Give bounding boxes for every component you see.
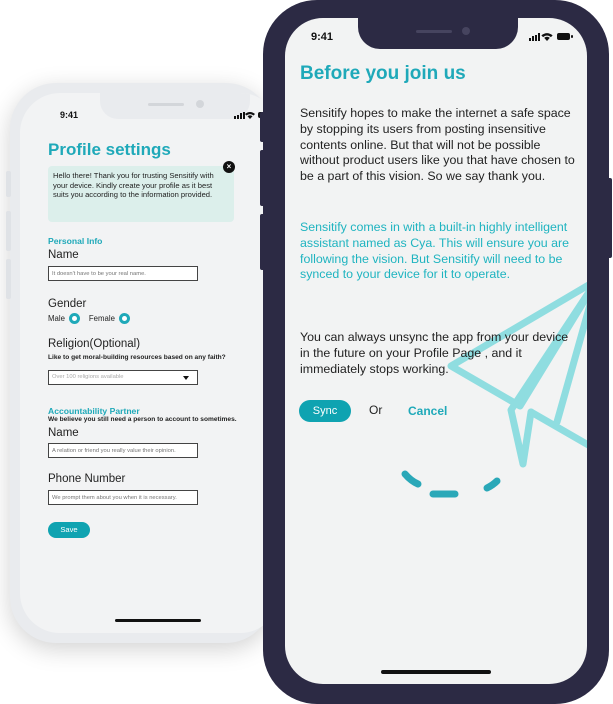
partner-name-input[interactable] — [48, 443, 198, 458]
volume-up-button — [260, 150, 265, 206]
intro-paragraph: Sensitify hopes to make the internet a s… — [300, 106, 575, 184]
cancel-button[interactable]: Cancel — [408, 404, 447, 418]
volume-down-button — [260, 214, 265, 270]
save-button[interactable]: Save — [48, 522, 90, 538]
profile-phone: 9:41 Profile settings Hello there! Thank… — [6, 83, 280, 643]
power-button — [607, 178, 612, 258]
page-title: Profile settings — [48, 140, 171, 159]
name-input[interactable] — [48, 266, 198, 281]
speaker — [148, 103, 184, 106]
gender-label: Gender — [48, 298, 87, 310]
accountability-subtitle: We believe you still need a person to ac… — [48, 416, 237, 423]
close-icon[interactable]: × — [223, 161, 235, 173]
assistant-paragraph: Sensitify comes in with a built-in highl… — [300, 220, 570, 282]
join-screen: 9:41 Before you join us Sensitify hopes … — [285, 18, 587, 684]
phone-number-input[interactable] — [48, 490, 198, 505]
religion-subtitle: Like to get moral-building resources bas… — [48, 354, 226, 361]
or-text: Or — [369, 403, 383, 417]
religion-select[interactable]: Over 100 religions available — [48, 370, 198, 385]
unsync-paragraph: You can always unsync the app from your … — [300, 330, 569, 376]
mute-switch — [6, 171, 11, 197]
welcome-card: Hello there! Thank you for trusting Sens… — [48, 166, 234, 222]
chevron-down-icon — [183, 376, 189, 380]
accountability-title: Accountability Partner — [48, 406, 140, 416]
page-title: Before you join us — [300, 63, 466, 84]
volume-down-button — [6, 259, 11, 299]
religion-label: Religion(Optional) — [48, 338, 141, 350]
partner-name-label: Name — [48, 427, 79, 439]
wifi-icon — [245, 112, 255, 119]
female-radio[interactable] — [118, 313, 130, 324]
join-phone: 9:41 Before you join us Sensitify hopes … — [260, 0, 612, 704]
religion-select-placeholder: Over 100 religions available — [52, 374, 124, 380]
gender-options: Male Female — [48, 313, 133, 324]
personal-info-title: Personal Info — [48, 236, 103, 246]
phone-number-label: Phone Number — [48, 473, 126, 485]
mute-switch — [260, 112, 265, 142]
notch — [100, 93, 250, 119]
camera — [196, 100, 204, 108]
status-time: 9:41 — [60, 110, 79, 120]
home-indicator — [115, 619, 201, 622]
sync-button[interactable]: Sync — [299, 400, 351, 422]
female-label: Female — [88, 314, 115, 323]
name-label: Name — [48, 249, 79, 261]
volume-up-button — [6, 211, 11, 251]
male-radio[interactable] — [68, 313, 80, 324]
profile-screen: 9:41 Profile settings Hello there! Thank… — [20, 93, 280, 633]
signal-icon — [234, 112, 245, 119]
home-indicator — [381, 670, 491, 674]
male-label: Male — [48, 314, 65, 323]
